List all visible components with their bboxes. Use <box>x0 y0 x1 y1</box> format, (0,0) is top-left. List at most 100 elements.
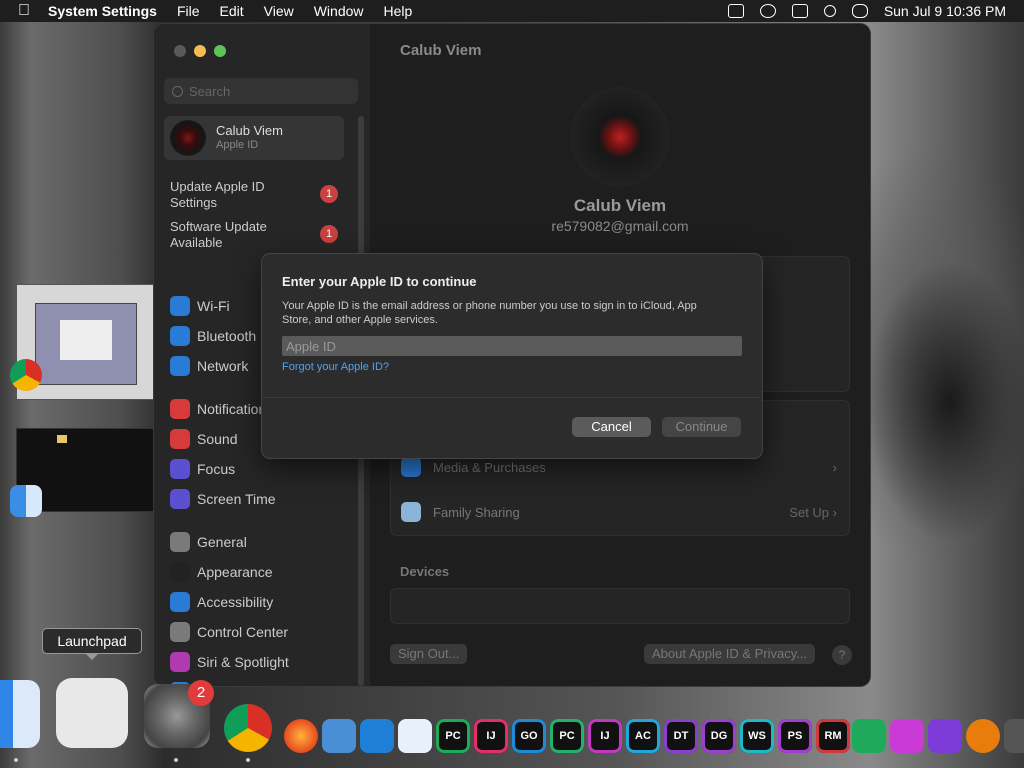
hourglass-icon <box>170 489 190 509</box>
firefox-dock-icon[interactable] <box>284 719 318 753</box>
ws-dock-icon[interactable]: WS <box>740 719 774 753</box>
running-indicator <box>14 758 18 762</box>
chrome-dock-icon[interactable] <box>224 704 272 752</box>
sidebar-apple-id[interactable]: Calub Viem Apple ID <box>164 116 344 160</box>
ij-dock-icon[interactable]: IJ <box>588 719 622 753</box>
update-apple-id-settings[interactable]: Update Apple ID Settings <box>170 179 300 211</box>
family-sharing-icon <box>401 502 421 522</box>
sign-out-button[interactable]: Sign Out... <box>390 644 468 664</box>
control-center-icon <box>170 622 190 642</box>
thumbnail-content <box>35 303 137 385</box>
software-update-available[interactable]: Software Update Available <box>170 219 300 251</box>
profile-name: Calub Viem <box>216 123 283 138</box>
rm-dock-icon[interactable]: RM <box>816 719 850 753</box>
dialog-text: Your Apple ID is the email address or ph… <box>282 300 697 326</box>
control-center-status-icon[interactable] <box>851 4 868 18</box>
visual-studio-dock-icon[interactable] <box>928 719 962 753</box>
sidebar-item-notifications[interactable]: Notifications <box>170 397 273 421</box>
pc-dock-icon[interactable]: PC <box>550 719 584 753</box>
vscode-dock-icon[interactable] <box>360 719 394 753</box>
family-sharing-label: Family Sharing <box>433 504 520 520</box>
family-sharing-row[interactable]: Family Sharing Set Up › <box>391 490 849 534</box>
go-dock-icon[interactable]: GO <box>512 719 546 753</box>
close-button[interactable] <box>174 45 186 57</box>
speaker-icon <box>170 429 190 449</box>
sidebar-item-label: Focus <box>197 461 236 477</box>
sidebar-item-label: Wi-Fi <box>197 298 230 314</box>
sidebar-item-accessibility[interactable]: Accessibility <box>170 590 273 614</box>
settings-dock-badge: 2 <box>188 680 214 706</box>
devices-heading: Devices <box>400 564 450 579</box>
arrow-app-dock-icon[interactable] <box>852 719 886 753</box>
sidebar-item-label: Privacy & Security <box>197 684 311 686</box>
app-store-dock-icon[interactable] <box>398 719 432 753</box>
globe-icon <box>170 356 190 376</box>
sidebar-item-appearance[interactable]: Appearance <box>170 560 273 584</box>
help-button[interactable]: ? <box>832 645 852 665</box>
bell-icon <box>170 399 190 419</box>
status-app-icon[interactable] <box>727 4 744 18</box>
spotlight-search-icon[interactable] <box>823 5 836 17</box>
beta-app-dock-icon[interactable] <box>890 719 924 753</box>
accessibility-icon <box>170 592 190 612</box>
wifi-icon <box>170 296 190 316</box>
sidebar-item-screen-time[interactable]: Screen Time <box>170 487 276 511</box>
minimize-button[interactable] <box>194 45 206 57</box>
clock[interactable]: Sun Jul 9 10:36 PM <box>884 3 1006 19</box>
cancel-button[interactable]: Cancel <box>572 417 651 437</box>
sidebar-item-network[interactable]: Network <box>170 354 248 378</box>
sidebar-item-focus[interactable]: Focus <box>170 457 235 481</box>
ac-dock-icon[interactable]: AC <box>626 719 660 753</box>
window-title: Calub Viem <box>400 42 482 59</box>
search-placeholder: Search <box>189 83 231 99</box>
apple-menu-icon[interactable]:  <box>18 2 30 20</box>
running-indicator <box>246 758 250 762</box>
sidebar-item-control-center[interactable]: Control Center <box>170 620 288 644</box>
finder-dock-icon[interactable] <box>0 680 40 748</box>
about-apple-id-button[interactable]: About Apple ID & Privacy... <box>644 644 816 664</box>
ps-dock-icon[interactable]: PS <box>778 719 812 753</box>
profile-subtitle: Apple ID <box>216 139 259 151</box>
sidebar-item-wi-fi[interactable]: Wi-Fi <box>170 294 230 318</box>
sidebar-item-general[interactable]: General <box>170 530 247 554</box>
apple-id-dialog: Enter your Apple ID to continue Your App… <box>262 254 762 458</box>
dt-dock-icon[interactable]: DT <box>664 719 698 753</box>
sidebar-item-label: Screen Time <box>197 491 276 507</box>
zoom-button[interactable] <box>214 45 226 57</box>
sidebar-item-label: General <box>197 534 247 550</box>
blender-dock-icon[interactable] <box>966 719 1000 753</box>
family-sharing-value: Set Up › <box>789 504 837 520</box>
profile-name-large: Calub Viem <box>573 196 667 215</box>
screen-mirroring-icon[interactable] <box>791 4 808 18</box>
continue-button[interactable]: Continue <box>662 417 741 437</box>
sidebar-item-label: Sound <box>197 431 238 447</box>
menu-file[interactable]: File <box>177 3 200 19</box>
preview-dock-icon[interactable] <box>322 719 356 753</box>
sidebar-item-siri-spotlight[interactable]: Siri & Spotlight <box>170 650 289 674</box>
forgot-apple-id-link[interactable]: Forgot your Apple ID? <box>282 361 389 373</box>
finder-desktop-icon[interactable] <box>10 485 42 517</box>
menu-app-name[interactable]: System Settings <box>48 3 157 19</box>
sidebar-item-label: Network <box>197 358 249 374</box>
sidebar-item-label: Bluetooth <box>197 328 257 344</box>
apple-id-input[interactable] <box>282 336 742 356</box>
menu-help[interactable]: Help <box>384 3 413 19</box>
profile-email: re579082@gmail.com <box>551 218 689 234</box>
menu-view[interactable]: View <box>264 3 294 19</box>
sidebar-item-label: Appearance <box>197 564 273 580</box>
thumbnail-dialog <box>60 320 112 360</box>
search-field[interactable]: Search <box>164 78 358 104</box>
chrome-desktop-icon[interactable] <box>10 359 42 391</box>
sidebar-item-bluetooth[interactable]: Bluetooth <box>170 324 256 348</box>
launchpad-dock-icon[interactable] <box>56 678 128 748</box>
sidebar-item-sound[interactable]: Sound <box>170 427 237 451</box>
pc-dock-icon[interactable]: PC <box>436 719 470 753</box>
profile-picture[interactable] <box>570 87 670 187</box>
accessibility-status-icon[interactable] <box>759 4 776 18</box>
dock-app-icon[interactable] <box>1004 719 1024 753</box>
menu-edit[interactable]: Edit <box>220 3 244 19</box>
sidebar-item-label: Siri & Spotlight <box>197 654 289 670</box>
dg-dock-icon[interactable]: DG <box>702 719 736 753</box>
menu-window[interactable]: Window <box>314 3 364 19</box>
ij-dock-icon[interactable]: IJ <box>474 719 508 753</box>
